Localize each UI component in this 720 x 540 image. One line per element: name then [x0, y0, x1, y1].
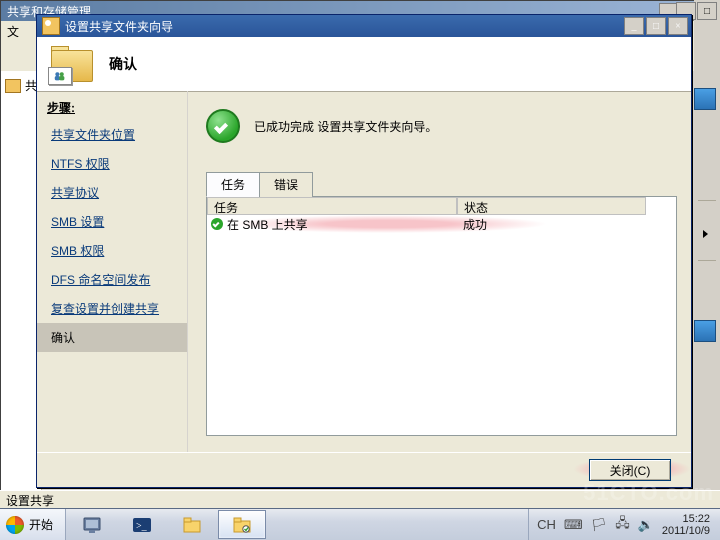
success-check-icon	[206, 109, 240, 143]
wizard-max-button[interactable]: □	[646, 17, 666, 35]
wizard-dialog: 设置共享文件夹向导 _ □ × 确认 步骤: 共享文件夹位置 NTFS 权限 共…	[36, 14, 692, 488]
tray-network-icon[interactable]: 🖧	[615, 514, 630, 536]
step-location[interactable]: 共享文件夹位置	[37, 120, 187, 149]
tray-keyboard-icon[interactable]: ⌨	[564, 517, 583, 533]
bg-max-button[interactable]: □	[697, 2, 717, 20]
taskbar-item-explorer[interactable]	[168, 510, 216, 539]
taskbar-clock[interactable]: 15:22 2011/10/9	[662, 513, 714, 537]
wizard-min-button[interactable]: _	[624, 17, 644, 35]
step-smb-settings[interactable]: SMB 设置	[37, 207, 187, 236]
taskbar-item-server[interactable]	[68, 510, 116, 539]
windows-orb-icon	[6, 516, 24, 534]
clock-time: 15:22	[662, 513, 710, 525]
wizard-header: 确认	[37, 37, 691, 92]
status-text: 设置共享	[6, 492, 54, 509]
tray-volume-icon[interactable]: 🔉	[638, 517, 654, 533]
result-tabs: 任务 错误	[206, 171, 677, 197]
action-pane-header2	[694, 320, 716, 342]
tray-action-icon[interactable]: 🏳	[591, 517, 608, 533]
row-task-text: 在 SMB 上共享	[227, 216, 308, 233]
watermark: 51CTO.com	[583, 480, 714, 506]
step-protocol[interactable]: 共享协议	[37, 178, 187, 207]
row-success-icon	[211, 218, 223, 230]
wizard-title: 设置共享文件夹向导	[65, 18, 173, 35]
close-button[interactable]: 关闭(C)	[589, 459, 671, 481]
step-ntfs[interactable]: NTFS 权限	[37, 149, 187, 178]
tab-errors[interactable]: 错误	[259, 172, 313, 197]
taskbar-item-share[interactable]	[218, 510, 266, 539]
wizard-titlebar[interactable]: 设置共享文件夹向导 _ □ ×	[37, 15, 691, 37]
tab-tasks[interactable]: 任务	[206, 172, 260, 197]
step-confirm[interactable]: 确认	[37, 323, 187, 352]
success-message: 已成功完成 设置共享文件夹向导。	[254, 118, 437, 135]
start-label: 开始	[29, 516, 53, 533]
start-button[interactable]: 开始	[0, 509, 66, 540]
wizard-steps-list: 步骤: 共享文件夹位置 NTFS 权限 共享协议 SMB 设置 SMB 权限 D…	[37, 91, 188, 453]
row-status-text: 成功	[461, 216, 652, 233]
folder-share-icon	[51, 46, 93, 82]
action-pane-header1	[694, 88, 716, 110]
wizard-header-title: 确认	[109, 54, 137, 74]
svg-text:>_: >_	[136, 521, 148, 532]
table-row[interactable]: 在 SMB 上共享 成功	[207, 215, 676, 233]
wizard-close-button[interactable]: ×	[668, 17, 688, 35]
step-smb-perm[interactable]: SMB 权限	[37, 236, 187, 265]
chevron-right-icon	[703, 230, 708, 238]
wizard-icon	[42, 17, 60, 35]
taskbar-item-powershell[interactable]: >_	[118, 510, 166, 539]
result-list: 任务 状态 在 SMB 上共享 成功	[206, 197, 677, 436]
step-dfs[interactable]: DFS 命名空间发布	[37, 265, 187, 294]
lang-indicator[interactable]: CH	[537, 517, 556, 532]
step-review[interactable]: 复查设置并创建共享	[37, 294, 187, 323]
taskbar: 开始 >_ CH ⌨ 🏳 🖧 🔉 15:22 2011/10/9	[0, 508, 720, 540]
menu-file[interactable]: 文	[7, 23, 19, 40]
clock-date: 2011/10/9	[662, 525, 710, 537]
steps-heading: 步骤:	[37, 97, 187, 120]
